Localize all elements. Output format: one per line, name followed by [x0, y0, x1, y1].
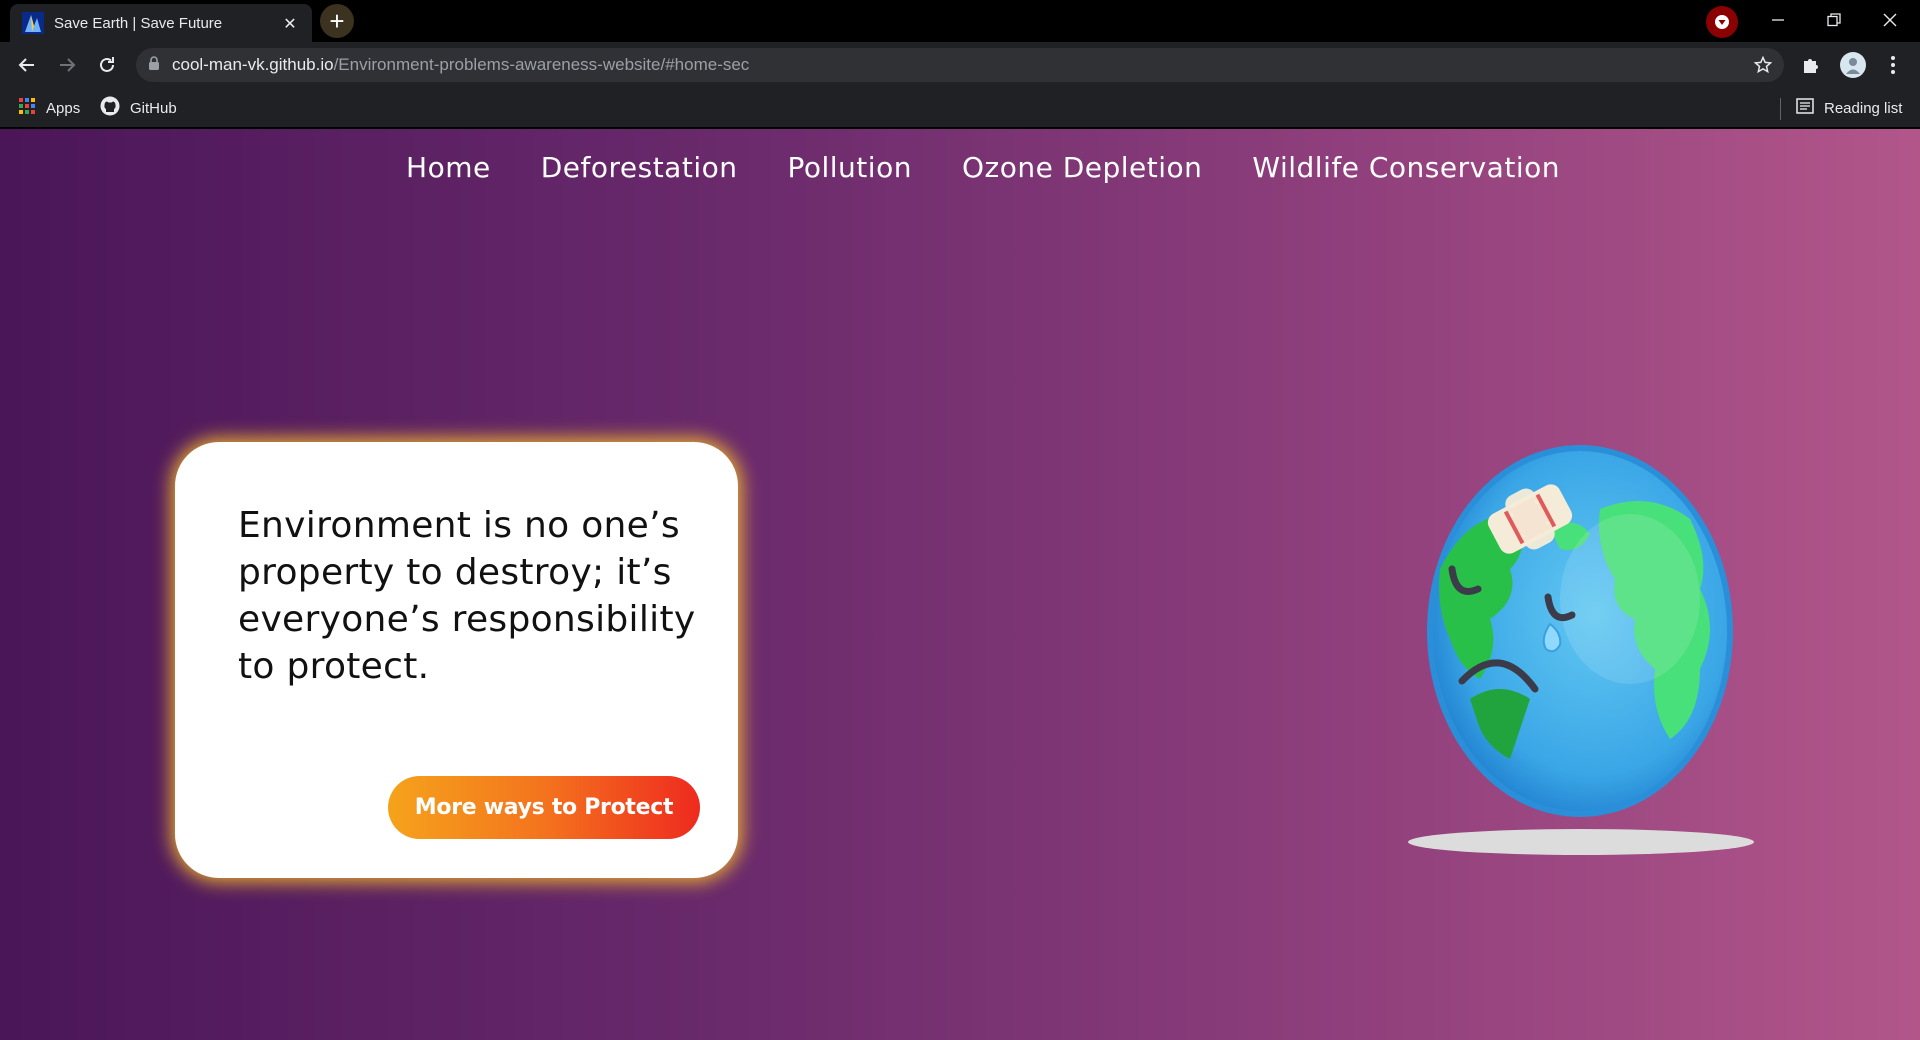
reading-list-label: Reading list [1824, 99, 1903, 117]
extensions-puzzle-icon[interactable] [1796, 50, 1826, 80]
forward-arrow-icon[interactable] [52, 50, 82, 80]
nav-home[interactable]: Home [406, 151, 491, 184]
tab-close-icon[interactable]: ✕ [280, 14, 300, 33]
apps-grid-icon [18, 97, 36, 119]
nav-wildlife-conservation[interactable]: Wildlife Conservation [1252, 151, 1560, 184]
browser-tabbar: Save Earth | Save Future ✕ + [0, 0, 1920, 42]
menu-dots-icon[interactable] [1878, 50, 1908, 80]
back-arrow-icon[interactable] [12, 50, 42, 80]
site-navigation: Home Deforestation Pollution Ozone Deple… [0, 151, 1920, 184]
star-bookmark-icon[interactable] [1753, 55, 1773, 78]
sad-earth-icon [1427, 445, 1733, 817]
nav-ozone-depletion[interactable]: Ozone Depletion [962, 151, 1202, 184]
bookmark-apps[interactable]: Apps [18, 96, 80, 120]
profile-avatar-icon[interactable] [1838, 50, 1868, 80]
bookmark-label: GitHub [130, 99, 177, 117]
restore-icon[interactable] [1806, 0, 1862, 40]
more-ways-button[interactable]: More ways to Protect [388, 776, 700, 839]
reading-list-icon [1796, 97, 1814, 119]
nav-deforestation[interactable]: Deforestation [541, 151, 738, 184]
tab-title: Save Earth | Save Future [54, 14, 223, 32]
lock-icon [148, 55, 160, 75]
address-bar[interactable]: cool-man-vk.github.io/Environment-proble… [136, 48, 1784, 82]
url-domain: cool-man-vk.github.io [172, 55, 334, 74]
url-path: /Environment-problems-awareness-website/… [333, 55, 750, 74]
bookmark-github[interactable]: GitHub [100, 96, 177, 120]
plus-icon: + [329, 6, 345, 36]
reading-list-button[interactable]: Reading list [1796, 96, 1902, 120]
bookmarks-divider [1780, 98, 1781, 120]
quote-card: Environment is no one’s property to dest… [175, 442, 738, 878]
quote-text: Environment is no one’s property to dest… [238, 505, 696, 687]
close-window-icon[interactable] [1862, 0, 1918, 40]
reload-icon[interactable] [92, 50, 122, 80]
browser-toolbar: cool-man-vk.github.io/Environment-proble… [0, 42, 1920, 88]
earth-shadow [1408, 829, 1754, 855]
github-icon [100, 96, 120, 120]
minimize-icon[interactable] [1750, 0, 1806, 40]
nav-pollution[interactable]: Pollution [787, 151, 911, 184]
extension-badge-icon[interactable] [1706, 6, 1738, 38]
site-favicon-icon [22, 12, 44, 34]
home-section: Home Deforestation Pollution Ozone Deple… [0, 129, 1920, 1040]
new-tab-button[interactable]: + [320, 4, 354, 38]
browser-tab[interactable]: Save Earth | Save Future ✕ [10, 4, 312, 42]
bookmarks-bar: Apps GitHub Reading list [0, 88, 1920, 128]
sad-earth-illustration [1400, 419, 1760, 859]
bookmark-label: Apps [46, 99, 81, 117]
